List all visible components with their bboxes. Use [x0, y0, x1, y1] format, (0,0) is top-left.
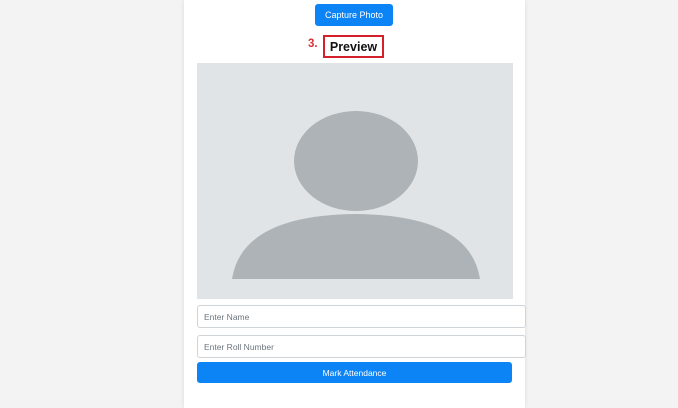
preview-heading-box: Preview [323, 35, 384, 58]
capture-photo-button[interactable]: Capture Photo [315, 4, 393, 26]
name-input[interactable] [197, 305, 526, 328]
preview-title: Preview [329, 39, 378, 54]
mark-attendance-button[interactable]: Mark Attendance [197, 362, 512, 383]
person-placeholder-icon [232, 111, 480, 279]
roll-number-input[interactable] [197, 335, 526, 358]
step-number: 3. [308, 38, 318, 50]
photo-preview [197, 63, 513, 299]
